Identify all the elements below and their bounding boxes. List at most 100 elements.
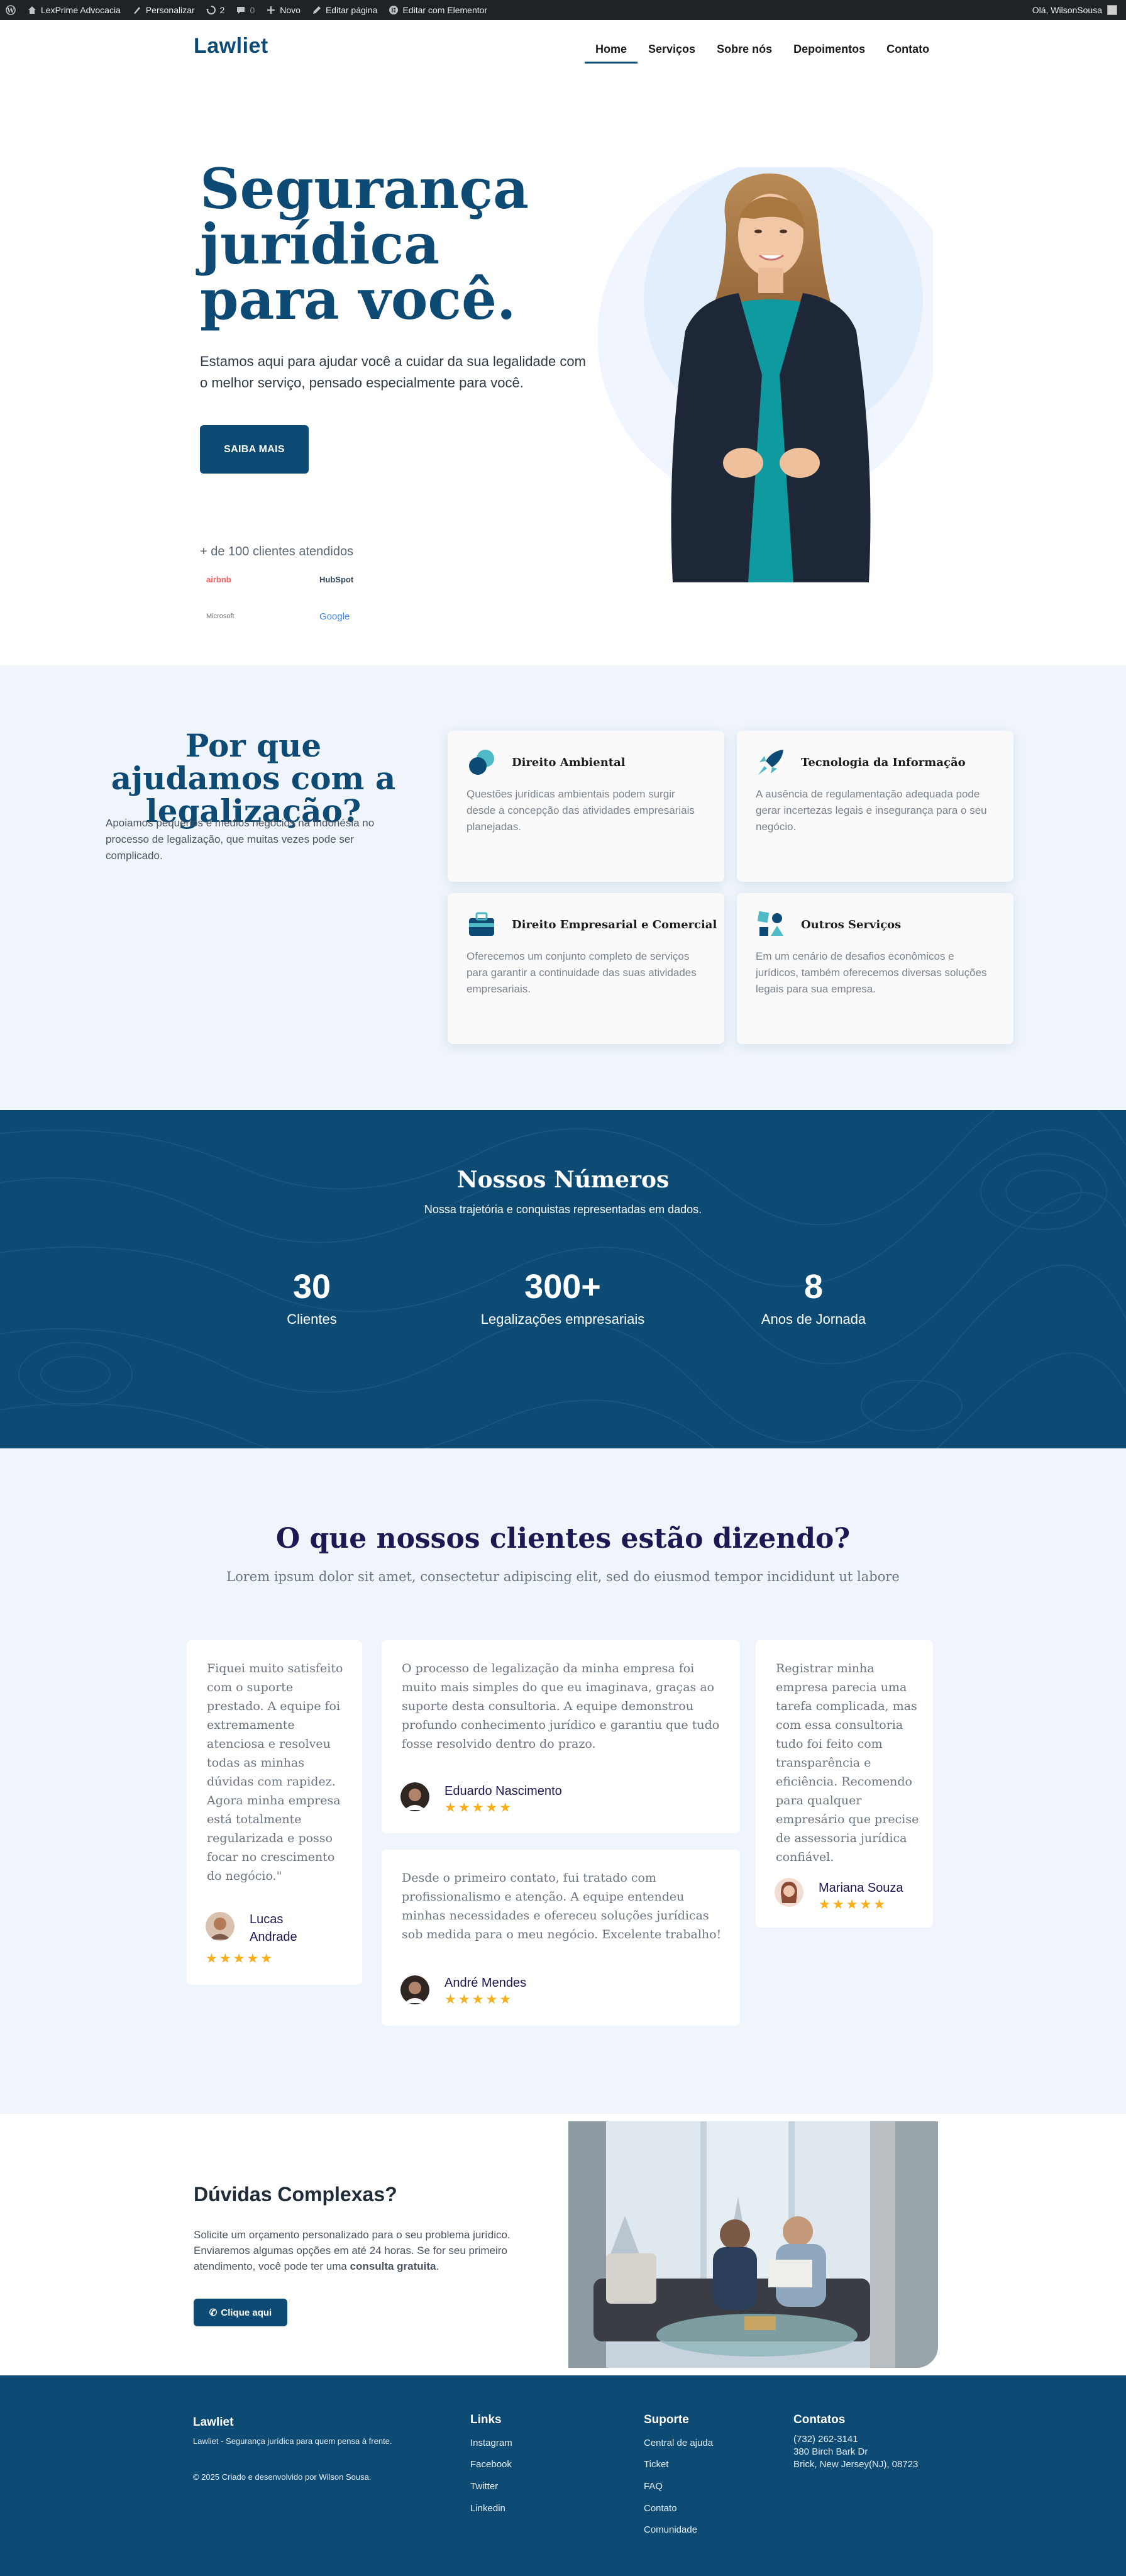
footer-brand: Lawliet (193, 2416, 234, 2429)
comments-count: 0 (250, 5, 255, 15)
clients-label: + de 100 clientes atendidos (200, 545, 354, 558)
home-icon (28, 6, 36, 14)
cta-text: Solicite um orçamento personalizado para… (194, 2227, 533, 2274)
rating-stars: ★★★★★ (444, 1801, 514, 1815)
cta-text-end: . (436, 2260, 439, 2272)
footer-link-linkedin[interactable]: Linkedin (470, 2503, 505, 2514)
footer-link-central-ajuda[interactable]: Central de ajuda (644, 2438, 713, 2448)
stat-value: 300+ (524, 1268, 601, 1306)
stat-label: Anos de Jornada (761, 1311, 866, 1327)
edit-elementor-menu[interactable]: Editar com Elementor (383, 0, 493, 20)
testimonial-card: Desde o primeiro contato, fui tratado co… (382, 1850, 740, 2026)
testimonials-title: O que nossos clientes estão dizendo? (275, 1523, 851, 1555)
testimonial-quote: Fiquei muito satisfeito com o suporte pr… (207, 1662, 343, 1883)
leaf-circles-icon (469, 750, 494, 775)
avatar (1107, 5, 1117, 15)
service-card-ambiental[interactable]: Direito Ambiental Questões jurídicas amb… (448, 731, 724, 882)
site-footer: Lawliet Lawliet - Segurança jurídica par… (0, 2375, 1126, 2576)
customize-menu[interactable]: Personalizar (126, 0, 201, 20)
service-description: Oferecemos um conjunto completo de servi… (466, 950, 697, 995)
wordpress-menu[interactable]: W (0, 0, 21, 20)
service-title: Direito Ambiental (512, 756, 626, 769)
service-card-empresarial[interactable]: Direito Empresarial e Comercial Oferecem… (448, 893, 724, 1044)
avatar (206, 1912, 235, 1941)
footer-link-comunidade[interactable]: Comunidade (644, 2524, 697, 2535)
stat-value: 30 (292, 1268, 331, 1306)
why-description: Apoiamos pequenos e médios negócios na I… (106, 817, 375, 862)
service-title: Outros Serviços (801, 918, 902, 931)
my-account-menu[interactable]: Olá, WilsonSousa (1032, 5, 1126, 15)
briefcase-icon (469, 912, 494, 936)
pencil-icon (312, 6, 321, 14)
rating-stars: ★★★★★ (206, 1951, 275, 1966)
hero-section: Segurança jurídica para você. Estamos aq… (0, 73, 1126, 665)
contact-phone: (732) 262-3141 (793, 2434, 858, 2445)
hubspot-logo: HubSpot (319, 575, 354, 584)
shapes-icon (757, 911, 783, 936)
stat-label: Legalizações empresariais (480, 1311, 645, 1327)
saiba-mais-button[interactable]: SAIBA MAIS (200, 425, 309, 474)
microsoft-logo: Microsoft (206, 613, 235, 620)
hero-lawyer-image (597, 167, 933, 582)
testimonials-subtitle: Lorem ipsum dolor sit amet, consectetur … (226, 1569, 900, 1584)
site-name-menu[interactable]: LexPrime Advocacia (21, 0, 126, 20)
numbers-subtitle: Nossa trajetória e conquistas representa… (424, 1203, 702, 1216)
nav-home[interactable]: Home (585, 38, 638, 64)
stat-clientes: 30 Clientes (186, 1267, 438, 1328)
stat-anos: 8 Anos de Jornada (688, 1267, 939, 1328)
service-description: Em um cenário de desafios econômicos e j… (756, 950, 987, 995)
stat-legalizacoes: 300+ Legalizações empresariais (437, 1267, 688, 1328)
wordpress-icon: W (6, 5, 16, 15)
footer-link-contato[interactable]: Contato (644, 2503, 677, 2514)
rating-stars: ★★★★★ (444, 1992, 514, 2007)
hero-title: Segurança jurídica para você. (200, 156, 529, 332)
avatar (775, 1878, 803, 1907)
updates-count: 2 (219, 5, 225, 15)
nav-depoimentos[interactable]: Depoimentos (783, 38, 876, 64)
cta-button-label: Clique aqui (221, 2307, 272, 2318)
testimonial-quote: Desde o primeiro contato, fui tratado co… (402, 1871, 722, 1941)
footer-link-instagram[interactable]: Instagram (470, 2438, 512, 2448)
testimonial-quote: O processo de legalização da minha empre… (402, 1662, 720, 1751)
comment-icon (237, 7, 245, 14)
service-card-ti[interactable]: Tecnologia da Informação A ausência de r… (737, 731, 1013, 882)
numbers-section: Nossos Números Nossa trajetória e conqui… (0, 1110, 1126, 1448)
nav-contato[interactable]: Contato (876, 38, 940, 64)
phone-icon: ✆ (209, 2307, 218, 2318)
testimonial-card: O processo de legalização da minha empre… (382, 1640, 740, 1833)
cta-text-bold: consulta gratuita (350, 2260, 436, 2272)
contact-address-2: Brick, New Jersey(NJ), 08723 (793, 2459, 919, 2470)
comments-menu[interactable]: 0 (230, 0, 260, 20)
edit-elementor-label: Editar com Elementor (402, 5, 488, 15)
edit-page-menu[interactable]: Editar página (306, 0, 384, 20)
elementor-icon (389, 6, 399, 14)
service-card-outros[interactable]: Outros Serviços Em um cenário de desafio… (737, 893, 1013, 1044)
site-logo[interactable]: Lawliet (194, 34, 268, 58)
updates-menu[interactable]: 2 (201, 0, 231, 20)
service-description: Questões jurídicas ambientais podem surg… (466, 788, 695, 833)
testimonials-section: O que nossos clientes estão dizendo? Lor… (0, 1448, 1126, 2114)
nav-servicos[interactable]: Serviços (638, 38, 706, 64)
contacts-title: Contatos (793, 2413, 846, 2426)
nav-sobre[interactable]: Sobre nós (706, 38, 783, 64)
contact-address-1: 380 Birch Bark Dr (793, 2446, 868, 2457)
new-content-menu[interactable]: Novo (260, 0, 306, 20)
avatar (400, 1782, 429, 1811)
hero-subtitle: Estamos aqui para ajudar você a cuidar d… (200, 353, 586, 391)
svg-text:W: W (6, 8, 14, 14)
footer-link-twitter[interactable]: Twitter (470, 2481, 498, 2492)
clique-aqui-button[interactable]: ✆ Clique aqui (194, 2299, 287, 2326)
airbnb-logo: airbnb (206, 575, 231, 584)
numbers-title: Nossos Números (456, 1167, 670, 1193)
new-label: Novo (280, 5, 301, 15)
footer-link-faq[interactable]: FAQ (644, 2481, 663, 2492)
footer-link-facebook[interactable]: Facebook (470, 2459, 512, 2470)
brush-icon (133, 7, 140, 14)
why-section: Por que ajudamos com a legalização? Apoi… (0, 665, 1126, 1110)
edit-page-label: Editar página (325, 5, 378, 15)
footer-link-ticket[interactable]: Ticket (644, 2459, 668, 2470)
wp-admin-bar: W LexPrime Advocacia Personalizar 2 0 No… (0, 0, 1126, 20)
google-logo: Google (319, 611, 350, 622)
customize-label: Personalizar (145, 5, 195, 15)
testimonial-card: Registrar minha empresa parecia uma tare… (756, 1640, 933, 1928)
